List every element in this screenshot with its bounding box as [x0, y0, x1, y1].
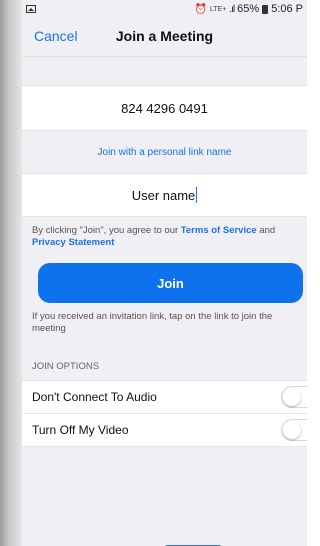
terms-and: and — [256, 225, 276, 236]
status-left — [26, 5, 36, 13]
alarm-icon: ⏰ — [194, 3, 207, 15]
audio-toggle[interactable] — [281, 386, 307, 408]
privacy-statement-link[interactable]: Privacy Statement — [32, 237, 114, 248]
nav-bar: Cancel Join a Meeting — [22, 18, 307, 57]
left-shadow-strip — [0, 0, 22, 546]
meeting-id-input[interactable]: 824 4296 0491 — [22, 85, 307, 131]
toggle-knob — [283, 421, 301, 439]
option-label-video: Turn Off My Video — [32, 423, 129, 437]
status-right: ⏰ LTE+ .ıl 65% 5:06 P — [195, 3, 303, 15]
text-cursor — [196, 187, 198, 203]
lte-indicator: LTE+ — [209, 5, 227, 13]
option-row-audio: Don't Connect To Audio — [22, 381, 307, 414]
username-value: User name — [131, 187, 196, 203]
app-frame: ⏰ LTE+ .ıl 65% 5:06 P Cancel Join a Meet… — [0, 0, 307, 546]
join-options-header: JOIN OPTIONS — [22, 361, 307, 381]
video-toggle[interactable] — [281, 419, 307, 441]
terms-prefix: By clicking "Join", you agree to our — [32, 225, 181, 236]
option-label-audio: Don't Connect To Audio — [32, 390, 157, 404]
terms-of-service-link[interactable]: Terms of Service — [181, 225, 257, 236]
username-input[interactable]: User name — [22, 173, 307, 217]
join-meeting-screen: ⏰ LTE+ .ıl 65% 5:06 P Cancel Join a Meet… — [22, 0, 307, 546]
image-icon — [26, 5, 36, 13]
bottom-area — [22, 470, 307, 546]
page-title: Join a Meeting — [115, 28, 214, 44]
option-row-video: Turn Off My Video — [22, 414, 307, 447]
clock: 5:06 P — [271, 3, 303, 15]
terms-notice: By clicking "Join", you agree to our Ter… — [22, 217, 307, 249]
battery-icon — [262, 4, 269, 14]
status-bar: ⏰ LTE+ .ıl 65% 5:06 P — [22, 0, 307, 18]
invitation-hint: If you received an invitation link, tap … — [32, 311, 273, 334]
battery-percent: 65% — [237, 3, 260, 15]
toggle-knob — [283, 388, 301, 406]
join-button[interactable]: Join — [38, 263, 303, 303]
spacer — [22, 57, 307, 85]
signal-icon: .ıl — [229, 3, 235, 15]
personal-link-name-link[interactable]: Join with a personal link name — [22, 131, 307, 173]
